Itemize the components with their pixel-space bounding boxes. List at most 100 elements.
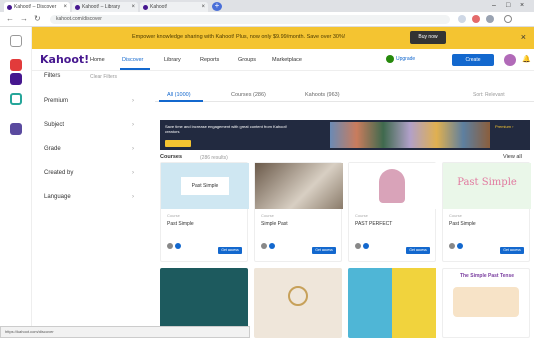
close-tab-icon[interactable]: × bbox=[201, 2, 205, 12]
course-card[interactable]: Past Simple Course Past Simple Get acces… bbox=[442, 162, 531, 262]
chat-icon[interactable] bbox=[10, 93, 22, 105]
chevron-down-icon[interactable]: › bbox=[132, 194, 134, 200]
extension-icon[interactable] bbox=[472, 15, 480, 23]
close-window-icon[interactable]: × bbox=[520, 0, 524, 12]
app-icon[interactable] bbox=[10, 123, 22, 135]
promo-banner: Empower knowledge sharing with Kahoot! P… bbox=[32, 27, 534, 49]
get-access-button[interactable]: Get access bbox=[312, 247, 336, 254]
kahoot-logo[interactable]: Kahoot! bbox=[40, 53, 89, 66]
maximize-icon[interactable]: □ bbox=[506, 0, 510, 12]
chevron-down-icon[interactable]: › bbox=[132, 146, 134, 152]
section-title: Courses bbox=[160, 154, 183, 160]
browser-tab[interactable]: Kahoot! × bbox=[140, 2, 208, 12]
card-thumbnail bbox=[349, 163, 437, 209]
author-avatar bbox=[261, 243, 267, 249]
nav-marketplace[interactable]: Marketplace bbox=[272, 57, 302, 63]
card-title: Past Simple bbox=[167, 221, 194, 227]
tab-courses[interactable]: Courses (286) bbox=[231, 92, 266, 98]
clear-filters-link[interactable]: Clear Filters bbox=[90, 74, 117, 80]
card-title: Past Simple bbox=[449, 221, 476, 227]
nav-library[interactable]: Library bbox=[164, 57, 181, 63]
premium-content-banner[interactable]: Save time and increase engagement with g… bbox=[160, 120, 530, 150]
card-title: PAST PERFECT bbox=[355, 221, 393, 227]
profile-icon[interactable] bbox=[486, 15, 494, 23]
thumb-label: Past Simple bbox=[457, 177, 517, 188]
upgrade-link[interactable]: Upgrade bbox=[396, 56, 415, 62]
kahoot-favicon-icon bbox=[7, 5, 12, 10]
filter-sidebar: Premium › Subject › Grade › Created by ›… bbox=[32, 88, 144, 248]
verified-icon bbox=[457, 243, 463, 249]
reload-icon[interactable]: ↻ bbox=[34, 14, 41, 23]
course-card[interactable]: Past Simple Course Past Simple Get acces… bbox=[160, 162, 249, 262]
filter-premium[interactable]: Premium bbox=[44, 98, 68, 104]
thumb-label: The Simple Past Tense bbox=[459, 273, 515, 279]
course-card[interactable]: Course PAST PERFECT Get access bbox=[348, 162, 437, 262]
close-tab-icon[interactable]: × bbox=[131, 2, 135, 12]
course-card[interactable]: The Simple Past Tense bbox=[442, 268, 530, 338]
verified-icon bbox=[269, 243, 275, 249]
view-all-link[interactable]: View all bbox=[503, 154, 522, 160]
tab-kahoots[interactable]: Kahoots (963) bbox=[305, 92, 340, 98]
course-card[interactable] bbox=[348, 268, 436, 338]
tab-active-indicator bbox=[159, 100, 203, 102]
hero-button[interactable] bbox=[165, 140, 191, 147]
get-access-button[interactable]: Get access bbox=[218, 247, 242, 254]
browser-tab[interactable]: Kahoot! – Library × bbox=[72, 2, 138, 12]
illustration bbox=[379, 169, 405, 203]
url-input[interactable]: kahoot.com/discover bbox=[50, 15, 450, 24]
illustration bbox=[453, 287, 519, 317]
nav-home[interactable]: Home bbox=[90, 57, 105, 63]
tab-all[interactable]: All (1000) bbox=[167, 92, 191, 98]
sort-dropdown[interactable]: Sort: Relevant bbox=[473, 92, 505, 98]
hero-cta-link[interactable]: Premium › bbox=[495, 124, 513, 129]
extension-icon[interactable] bbox=[458, 15, 466, 23]
chevron-down-icon[interactable]: › bbox=[132, 122, 134, 128]
nav-discover[interactable]: Discover bbox=[122, 57, 143, 63]
filter-bar: Filters Clear Filters bbox=[32, 71, 534, 85]
close-tab-icon[interactable]: × bbox=[63, 2, 67, 12]
buy-now-button[interactable]: Buy now bbox=[410, 31, 446, 44]
kahoot-favicon-icon bbox=[143, 5, 148, 10]
nav-reports[interactable]: Reports bbox=[200, 57, 219, 63]
section-subtitle: (286 results) bbox=[200, 155, 228, 161]
new-tab-button[interactable]: + bbox=[212, 2, 222, 11]
filter-grade[interactable]: Grade bbox=[44, 146, 61, 152]
avatar[interactable] bbox=[504, 54, 516, 66]
create-button[interactable]: Create bbox=[452, 54, 494, 66]
filter-language[interactable]: Language bbox=[44, 194, 71, 200]
left-rail bbox=[0, 27, 32, 338]
card-meta: Course bbox=[167, 213, 180, 218]
app-icon[interactable] bbox=[10, 73, 22, 85]
card-accent bbox=[392, 268, 436, 338]
verified-icon bbox=[175, 243, 181, 249]
get-access-button[interactable]: Get access bbox=[500, 247, 524, 254]
clock-icon bbox=[288, 286, 308, 306]
verified-icon bbox=[363, 243, 369, 249]
course-card[interactable] bbox=[254, 268, 342, 338]
get-access-button[interactable]: Get access bbox=[406, 247, 430, 254]
apps-icon[interactable] bbox=[10, 35, 22, 47]
nav-groups[interactable]: Groups bbox=[238, 57, 256, 63]
forward-icon[interactable]: → bbox=[20, 14, 28, 23]
filter-created-by[interactable]: Created by bbox=[44, 170, 73, 176]
minimize-icon[interactable]: – bbox=[492, 0, 496, 12]
filters-label[interactable]: Filters bbox=[44, 73, 60, 79]
course-card[interactable]: Course Simple Past Get access bbox=[254, 162, 343, 262]
close-icon[interactable]: × bbox=[521, 32, 526, 42]
menu-icon[interactable] bbox=[504, 15, 512, 23]
content-tabs: All (1000) Courses (286) Kahoots (963) S… bbox=[155, 88, 534, 102]
filter-subject[interactable]: Subject bbox=[44, 122, 64, 128]
app-header: Kahoot! Home Discover Library Reports Gr… bbox=[32, 49, 534, 71]
notification-bell-icon[interactable]: 🔔 bbox=[522, 55, 531, 63]
browser-tab[interactable]: Kahoot! – Discover × bbox=[4, 2, 70, 12]
nav-active-indicator bbox=[120, 68, 150, 70]
chevron-down-icon[interactable]: › bbox=[132, 98, 134, 104]
chevron-down-icon[interactable]: › bbox=[132, 170, 134, 176]
hero-image-collage bbox=[330, 122, 490, 148]
status-bar: https://kahoot.com/discover bbox=[0, 326, 250, 338]
kahoot-favicon-icon bbox=[75, 5, 80, 10]
card-meta: Course bbox=[449, 213, 462, 218]
kahoot-app-icon[interactable] bbox=[10, 59, 22, 71]
address-bar: ← → ↻ kahoot.com/discover bbox=[0, 12, 534, 27]
back-icon[interactable]: ← bbox=[6, 14, 14, 23]
